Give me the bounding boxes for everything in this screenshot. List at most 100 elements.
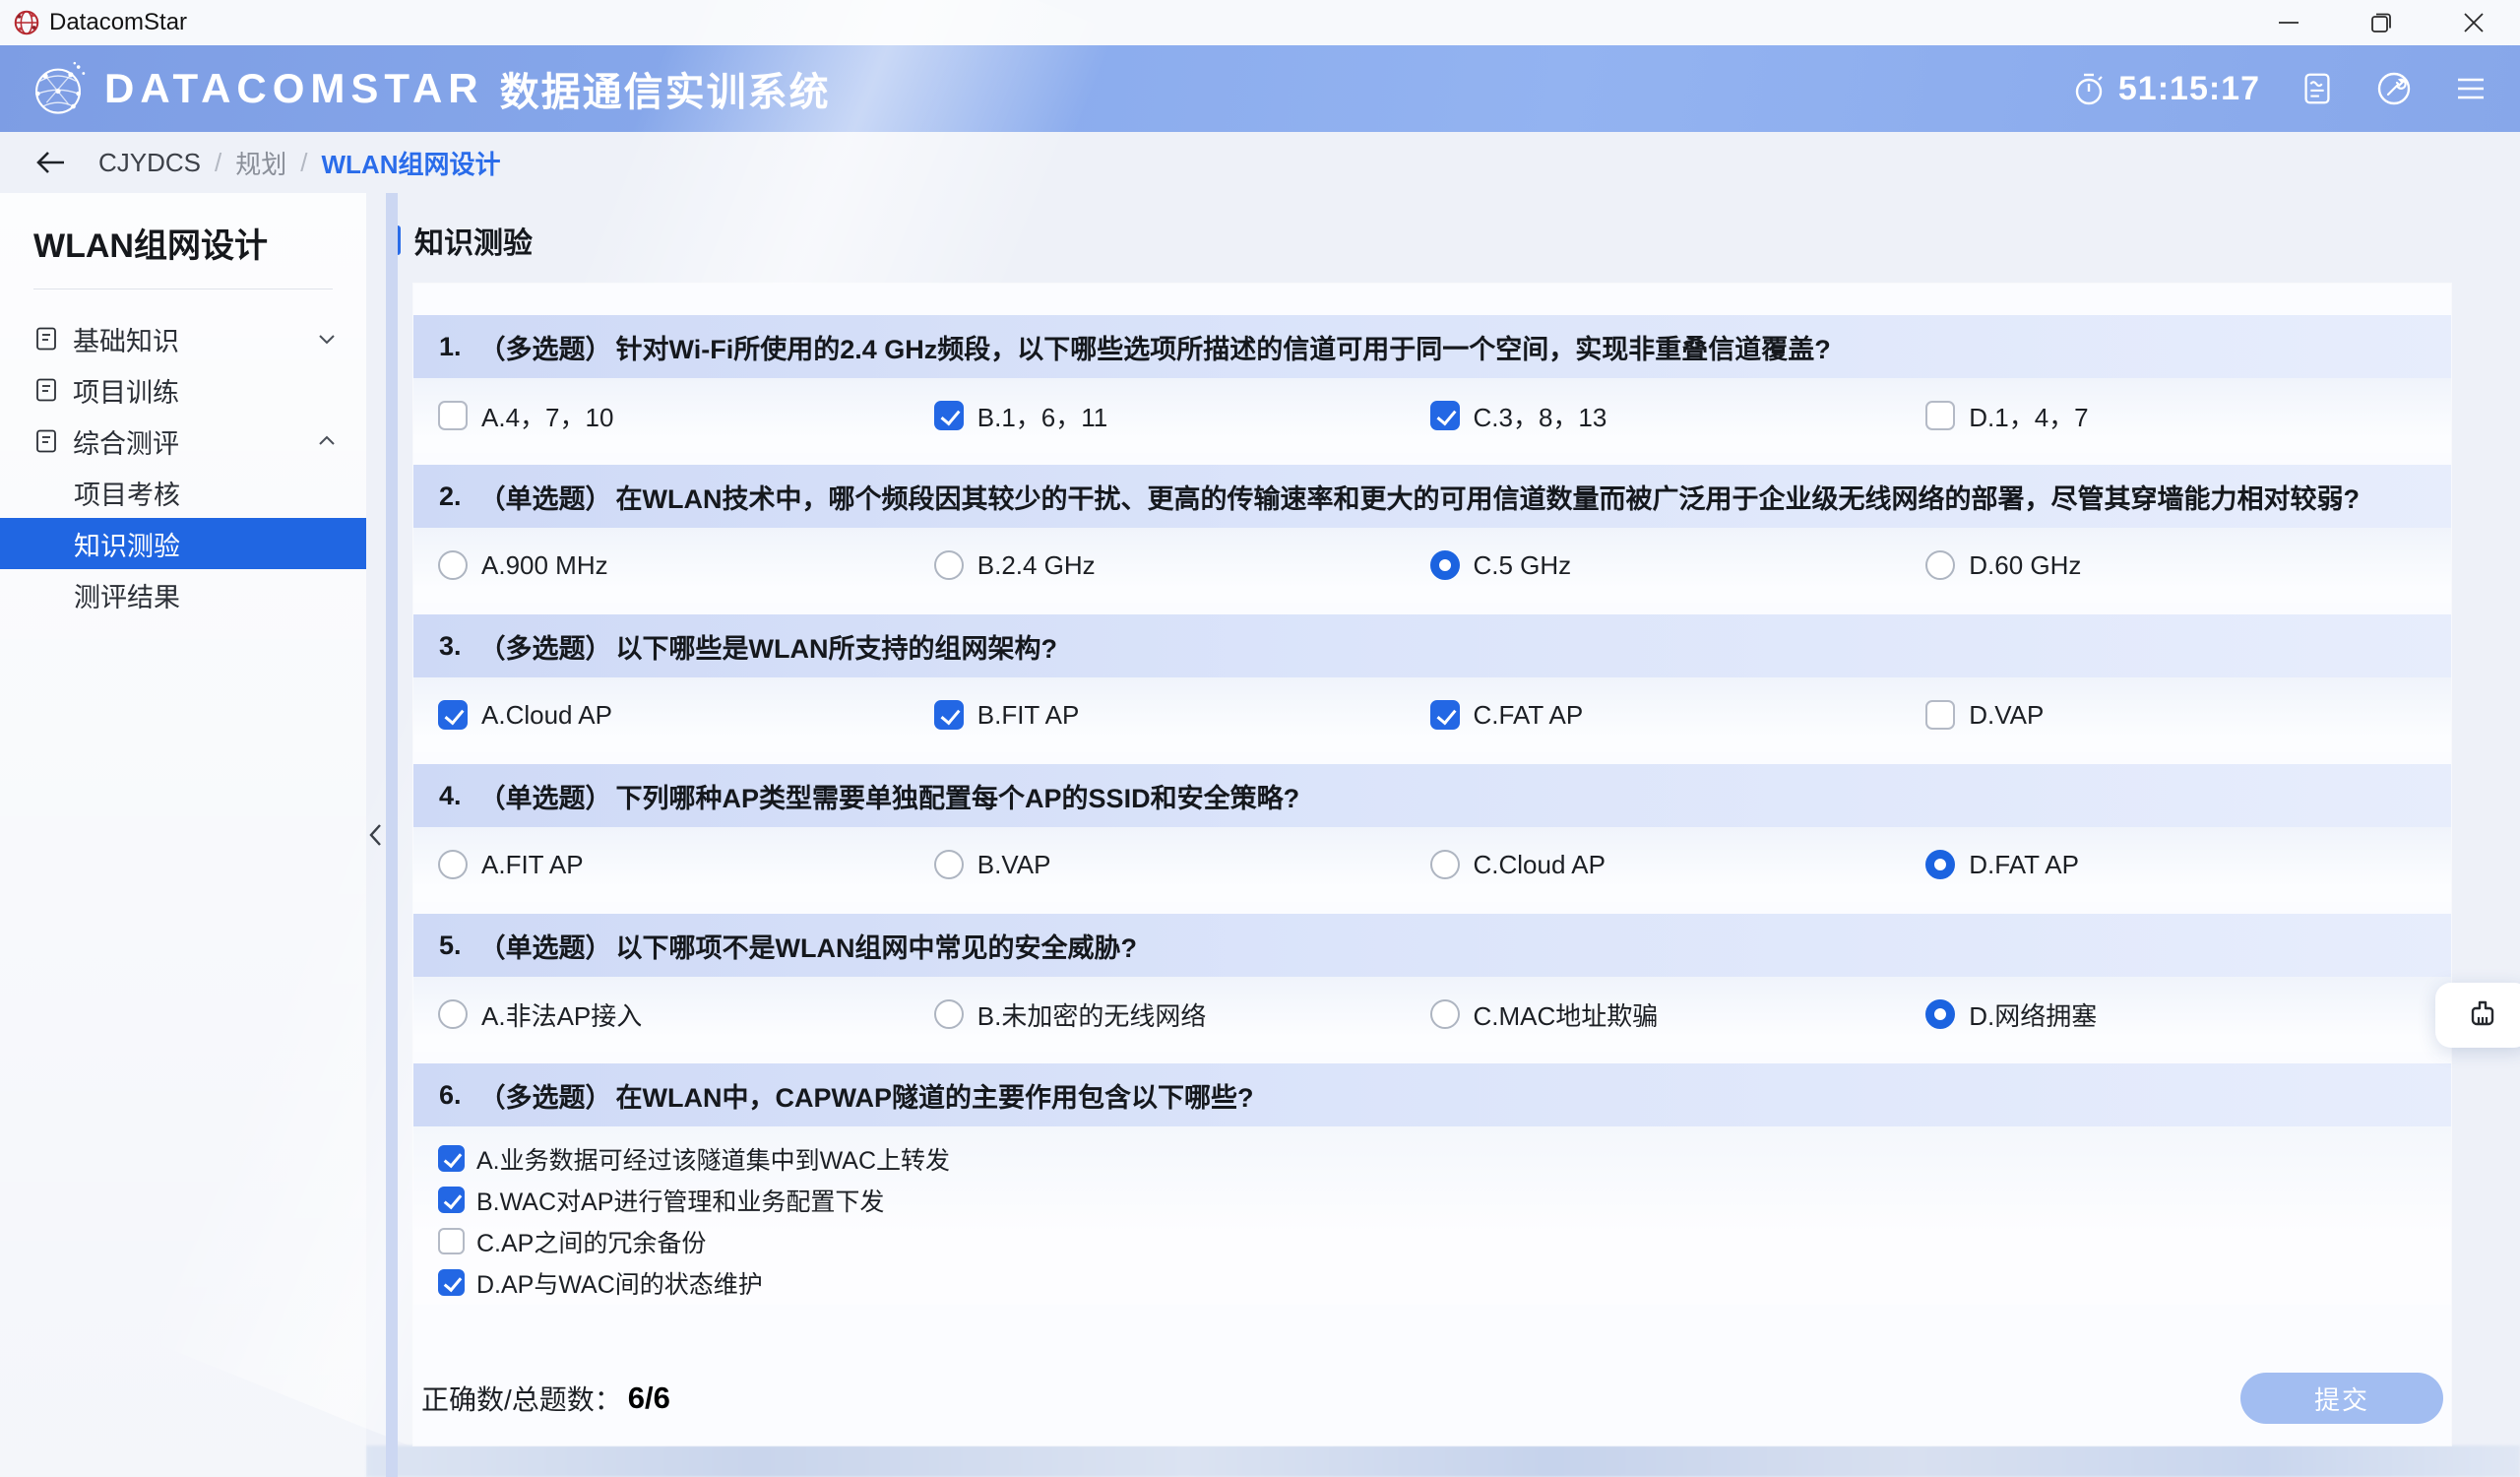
question-6-option-A[interactable]: A.业务数据可经过该隧道集中到WAC上转发: [438, 1142, 2422, 1175]
question-text: 在WLAN中，CAPWAP隧道的主要作用包含以下哪些?: [616, 1076, 1254, 1115]
sidebar-item-comprehensive-eval[interactable]: 综合测评: [0, 416, 366, 467]
sidebar-subitem-eval-results[interactable]: 测评结果: [0, 569, 366, 620]
sidebar: WLAN组网设计 基础知识 项目训练: [0, 193, 366, 1477]
option-label: C.FAT AP: [1474, 700, 1584, 731]
question-6-option-B[interactable]: B.WAC对AP进行管理和业务配置下发: [438, 1184, 2422, 1216]
option-label: D.60 GHz: [1969, 550, 2081, 581]
question-2-option-B[interactable]: B.2.4 GHz: [934, 550, 1430, 581]
question-3-option-A[interactable]: A.Cloud AP: [438, 700, 934, 731]
question-4-option-B[interactable]: B.VAP: [934, 850, 1430, 880]
question-4-option-A[interactable]: A.FIT AP: [438, 850, 934, 880]
radio-selected-icon[interactable]: [1430, 550, 1460, 580]
question-4-option-C[interactable]: C.Cloud AP: [1430, 850, 1926, 880]
main-layout: WLAN组网设计 基础知识 项目训练: [0, 193, 2520, 1477]
radio-selected-icon[interactable]: [1925, 999, 1955, 1029]
question-5-option-C[interactable]: C.MAC地址欺骗: [1430, 996, 1926, 1033]
window-controls: [2242, 0, 2520, 45]
timer: 51:15:17: [2069, 69, 2260, 108]
sidebar-subitem-label: 知识测验: [74, 525, 180, 563]
question-6-option-C[interactable]: C.AP之间的冗余备份: [438, 1225, 2422, 1257]
breadcrumb-item-cjydcs[interactable]: CJYDCS: [98, 148, 201, 178]
radio-unselected-icon[interactable]: [438, 999, 468, 1029]
option-list: A.Cloud APB.FIT AP C.FAT AP D.VAP: [413, 677, 2451, 752]
option-label: C.AP之间的冗余备份: [476, 1224, 706, 1259]
question-5-option-B[interactable]: B.未加密的无线网络: [934, 996, 1430, 1033]
radio-unselected-icon[interactable]: [934, 999, 964, 1029]
menu-button[interactable]: [2451, 69, 2490, 108]
option-label: B.VAP: [977, 850, 1051, 880]
question-block: 3. （多选题） 以下哪些是WLAN所支持的组网架构? A.Cloud APB.…: [413, 614, 2451, 752]
radio-unselected-icon[interactable]: [934, 850, 964, 879]
question-2-option-C[interactable]: C.5 GHz: [1430, 550, 1926, 581]
radio-selected-icon[interactable]: [1925, 850, 1955, 879]
checkbox-unchecked-icon[interactable]: [1925, 700, 1955, 730]
back-button[interactable]: [32, 143, 71, 182]
minimize-button[interactable]: [2242, 0, 2335, 45]
checkbox-checked-icon[interactable]: [934, 401, 964, 430]
option-label: D.网络拥塞: [1969, 996, 2097, 1033]
question-banner: 4. （单选题） 下列哪种AP类型需要单独配置每个AP的SSID和安全策略?: [413, 764, 2451, 827]
option-list: A.业务数据可经过该隧道集中到WAC上转发 B.WAC对AP进行管理和业务配置下发…: [413, 1126, 2451, 1305]
radio-unselected-icon[interactable]: [1430, 999, 1460, 1029]
question-3-option-D[interactable]: D.VAP: [1925, 700, 2422, 731]
checkbox-unchecked-icon[interactable]: [438, 1228, 465, 1254]
sidebar-subitem-knowledge-quiz[interactable]: 知识测验: [0, 518, 366, 569]
question-1-option-C[interactable]: C.3，8，13: [1430, 398, 1926, 434]
question-block: 5. （单选题） 以下哪项不是WLAN组网中常见的安全威胁? A.非法AP接入B…: [413, 914, 2451, 1052]
question-number: 3.: [439, 631, 462, 662]
question-text: 以下哪些是WLAN所支持的组网架构?: [616, 627, 1057, 666]
header-actions: 51:15:17: [2069, 69, 2490, 108]
question-6-option-D[interactable]: D.AP与WAC间的状态维护: [438, 1266, 2422, 1299]
restore-button[interactable]: [2335, 0, 2427, 45]
question-banner: 1. （多选题） 针对Wi-Fi所使用的2.4 GHz频段，以下哪些选项所描述的…: [413, 315, 2451, 378]
question-block: 2. （单选题） 在WLAN技术中，哪个频段因其较少的干扰、更高的传输速率和更大…: [413, 465, 2451, 603]
clean-tool-button[interactable]: [2435, 983, 2520, 1048]
report-button[interactable]: [2298, 69, 2337, 108]
radio-unselected-icon[interactable]: [1925, 550, 1955, 580]
quiz-footer: 正确数/总题数： 6/6 提交: [413, 1369, 2451, 1428]
question-1-option-B[interactable]: B.1，6，11: [934, 398, 1430, 434]
close-button[interactable]: [2427, 0, 2520, 45]
breadcrumb-item-guihua[interactable]: 规划: [235, 145, 286, 181]
tools-button[interactable]: [2374, 69, 2414, 108]
sidebar-item-basic-knowledge[interactable]: 基础知识: [0, 313, 366, 364]
tools-icon: [2374, 69, 2414, 108]
minimize-icon: [2276, 10, 2301, 35]
sidebar-item-project-training[interactable]: 项目训练: [0, 364, 366, 416]
question-text: 以下哪项不是WLAN组网中常见的安全威胁?: [616, 927, 1137, 965]
checkbox-checked-icon[interactable]: [438, 1187, 465, 1213]
radio-unselected-icon[interactable]: [438, 550, 468, 580]
question-5-option-D[interactable]: D.网络拥塞: [1925, 996, 2422, 1033]
submit-button[interactable]: 提交: [2240, 1373, 2443, 1424]
checkbox-checked-icon[interactable]: [438, 1269, 465, 1296]
option-list: A.FIT AP B.VAP C.Cloud APD.FAT AP: [413, 827, 2451, 902]
question-4-option-D[interactable]: D.FAT AP: [1925, 850, 2422, 880]
question-1-option-D[interactable]: D.1，4，7: [1925, 398, 2422, 434]
question-2-option-A[interactable]: A.900 MHz: [438, 550, 934, 581]
checkbox-checked-icon[interactable]: [438, 700, 468, 730]
checkbox-unchecked-icon[interactable]: [1925, 401, 1955, 430]
checkbox-checked-icon[interactable]: [1430, 700, 1460, 730]
radio-unselected-icon[interactable]: [1430, 850, 1460, 879]
score-label: 正确数/总题数：: [421, 1379, 622, 1418]
brand-name-cn: 数据通信实训系统: [500, 60, 831, 117]
option-label: C.5 GHz: [1474, 550, 1572, 581]
question-number: 4.: [439, 781, 462, 811]
question-5-option-A[interactable]: A.非法AP接入: [438, 996, 934, 1033]
question-3-option-C[interactable]: C.FAT AP: [1430, 700, 1926, 731]
checkbox-checked-icon[interactable]: [1430, 401, 1460, 430]
question-number: 2.: [439, 482, 462, 512]
question-number: 6.: [439, 1080, 462, 1111]
question-type: （多选题）: [479, 328, 612, 366]
question-2-option-D[interactable]: D.60 GHz: [1925, 550, 2422, 581]
question-type: （单选题）: [479, 478, 612, 516]
radio-unselected-icon[interactable]: [934, 550, 964, 580]
chevron-down-icon: [315, 327, 339, 351]
checkbox-checked-icon[interactable]: [934, 700, 964, 730]
question-3-option-B[interactable]: B.FIT AP: [934, 700, 1430, 731]
sidebar-subitem-project-assessment[interactable]: 项目考核: [0, 467, 366, 518]
checkbox-unchecked-icon[interactable]: [438, 401, 468, 430]
radio-unselected-icon[interactable]: [438, 850, 468, 879]
question-1-option-A[interactable]: A.4，7，10: [438, 398, 934, 434]
checkbox-checked-icon[interactable]: [438, 1145, 465, 1172]
